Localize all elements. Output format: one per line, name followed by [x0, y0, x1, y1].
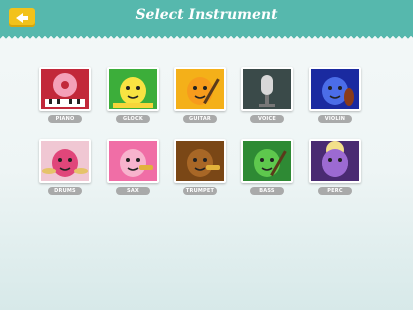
- instrument-label-bass[interactable]: BASS: [250, 187, 284, 195]
- instrument-tile-perc[interactable]: [309, 139, 361, 183]
- instrument-tile-guitar[interactable]: [174, 67, 226, 111]
- instrument-label-piano[interactable]: PIANO: [48, 115, 82, 123]
- guitar-character-icon: [176, 69, 224, 109]
- microphone-icon: [243, 69, 291, 109]
- trumpet-character-icon: [176, 141, 224, 181]
- instrument-label-sax[interactable]: SAX: [116, 187, 150, 195]
- instrument-tile-drums[interactable]: [39, 139, 91, 183]
- glock-character-icon: [109, 69, 157, 109]
- instrument-tile-violin[interactable]: [309, 67, 361, 111]
- instrument-label-voice[interactable]: VOICE: [250, 115, 284, 123]
- instrument-label-perc[interactable]: PERC: [318, 187, 352, 195]
- instrument-label-glock[interactable]: GLOCK: [116, 115, 150, 123]
- instrument-tile-glock[interactable]: [107, 67, 159, 111]
- instrument-label-violin[interactable]: VIOLIN: [318, 115, 352, 123]
- sax-character-icon: [109, 141, 157, 181]
- page-title: Select Instrument: [135, 7, 278, 23]
- violin-character-icon: [311, 69, 359, 109]
- instrument-tile-voice[interactable]: [241, 67, 293, 111]
- instrument-tile-sax[interactable]: [107, 139, 159, 183]
- bass-character-icon: [243, 141, 291, 181]
- instrument-tile-trumpet[interactable]: [174, 139, 226, 183]
- percussion-character-icon: [311, 141, 359, 181]
- instrument-tile-bass[interactable]: [241, 139, 293, 183]
- instrument-label-guitar[interactable]: GUITAR: [183, 115, 217, 123]
- header-zigzag: [0, 33, 413, 39]
- instrument-label-trumpet[interactable]: TRUMPET: [183, 187, 217, 195]
- drums-character-icon: [41, 141, 89, 181]
- instrument-label-drums[interactable]: DRUMS: [48, 187, 82, 195]
- instrument-tile-piano[interactable]: [39, 67, 91, 111]
- donut-piano-character-icon: [41, 69, 89, 109]
